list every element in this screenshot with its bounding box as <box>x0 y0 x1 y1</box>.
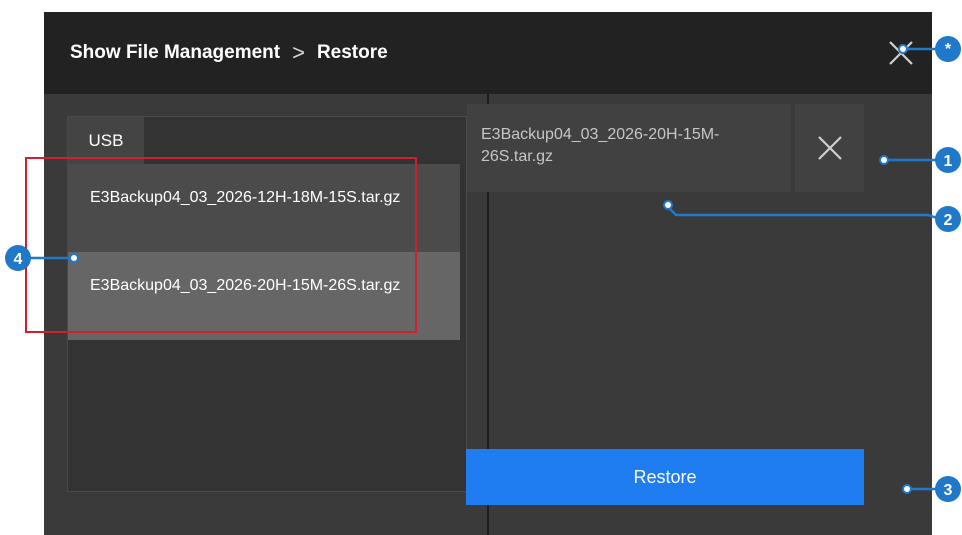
svg-text:3: 3 <box>944 482 953 499</box>
callout-badge-4: 4 <box>5 245 31 271</box>
selected-file-display: E3Backup04_03_2026-20H-15M-26S.tar.gz <box>467 104 791 192</box>
close-icon <box>889 41 913 65</box>
breadcrumb-show-file-management[interactable]: Show File Management <box>70 42 280 64</box>
tab-usb[interactable]: USB <box>68 117 144 164</box>
remove-file-icon <box>818 136 842 160</box>
breadcrumb: Show File Management > Restore <box>70 12 388 94</box>
breadcrumb-restore: Restore <box>316 42 388 63</box>
callout-badge-2: 2 <box>935 206 961 232</box>
close-button[interactable] <box>884 36 918 70</box>
callout-badge-3: 3 <box>935 476 961 502</box>
file-list: E3Backup04_03_2026-12H-18M-15S.tar.gz E3… <box>68 164 460 340</box>
svg-text:1: 1 <box>944 153 953 170</box>
svg-text:2: 2 <box>944 212 953 229</box>
breadcrumb-separator: > <box>292 40 305 65</box>
dialog-header: Show File Management > Restore <box>44 12 932 94</box>
svg-text:4: 4 <box>14 251 23 268</box>
callout-badge-1: 1 <box>935 147 961 173</box>
file-item[interactable]: E3Backup04_03_2026-12H-18M-15S.tar.gz <box>68 164 460 252</box>
callout-badge-star: * <box>935 36 961 62</box>
restore-button[interactable]: Restore <box>466 449 864 505</box>
file-item-selected[interactable]: E3Backup04_03_2026-20H-15M-26S.tar.gz <box>68 252 460 340</box>
remove-file-button[interactable] <box>795 104 864 192</box>
usb-file-panel: USB E3Backup04_03_2026-12H-18M-15S.tar.g… <box>67 116 467 492</box>
svg-text:*: * <box>945 41 952 58</box>
